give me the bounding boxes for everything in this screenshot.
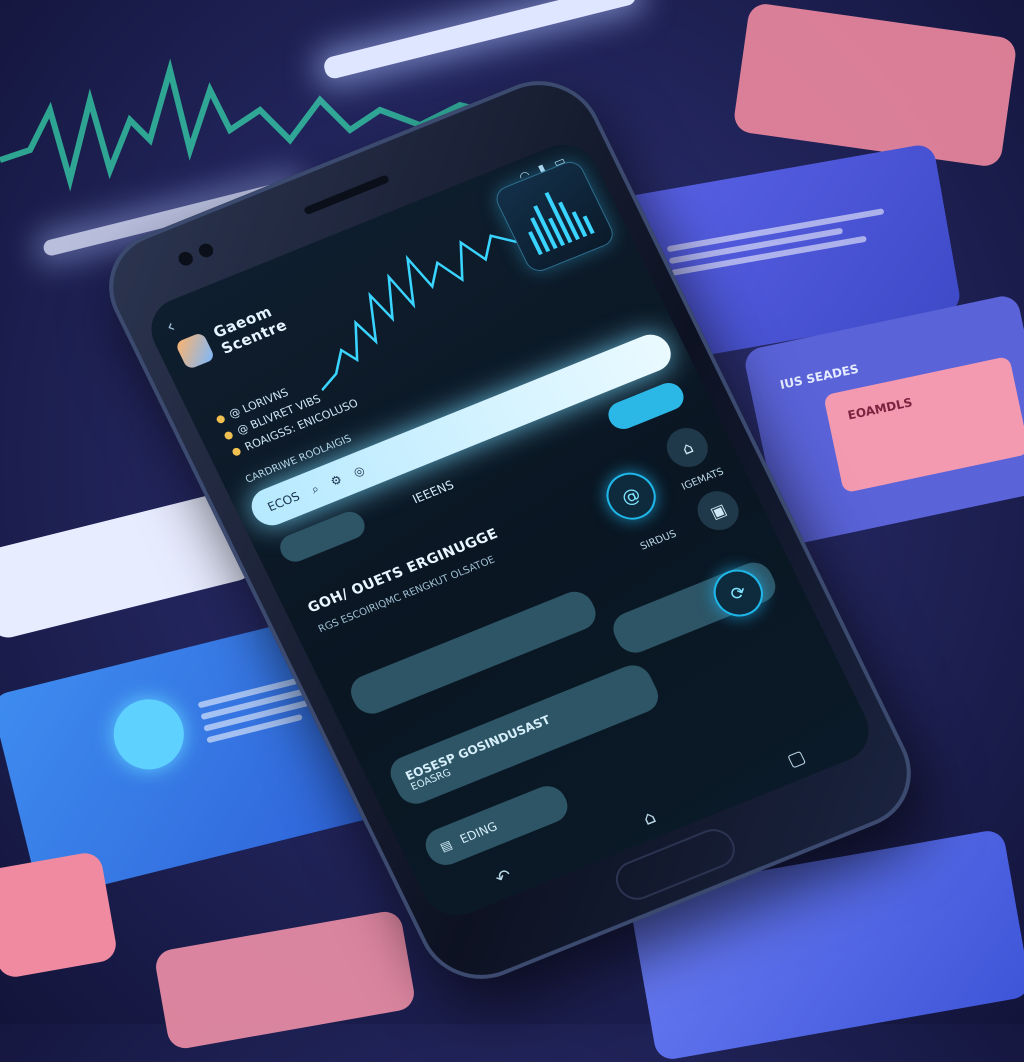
front-camera xyxy=(176,249,196,268)
side-label-1: IGEMATS xyxy=(679,466,726,493)
card1-title: EOSESP GOSINDUSAST xyxy=(402,712,553,783)
filter-icon[interactable]: ⚙ xyxy=(328,472,344,489)
background-pink-card-title: EOAMDLS xyxy=(846,395,914,423)
nav-back-icon[interactable]: ↶ xyxy=(492,865,515,890)
at-symbol-icon[interactable]: @ xyxy=(598,465,664,527)
nav-recent-icon[interactable]: ▢ xyxy=(784,746,809,771)
bookmark-icon[interactable]: ⌂ xyxy=(660,422,715,474)
status-dot-icon xyxy=(231,446,243,457)
document-icon: ▤ xyxy=(437,837,455,855)
background-card-bottom-mid xyxy=(153,909,417,1051)
mic-icon[interactable]: ◎ xyxy=(351,463,367,480)
background-card-left-title: CE_EDDEIS xyxy=(3,649,77,681)
search-icon[interactable]: ⌕ xyxy=(309,481,322,497)
background-card-bottom-pink xyxy=(0,850,119,980)
background-card-pink-top xyxy=(732,1,1018,169)
search-label: ECOS xyxy=(265,489,303,515)
nav-home-icon[interactable]: ⌂ xyxy=(640,807,660,830)
earpiece-speaker xyxy=(303,174,391,216)
back-arrow-icon[interactable]: ‹ xyxy=(163,316,179,338)
middle-pill-label[interactable]: IEEENS xyxy=(394,466,472,518)
status-dot-icon xyxy=(223,430,235,441)
app-header: Gaeom Scentre xyxy=(173,300,290,373)
card2-label: EDING xyxy=(457,819,500,847)
background-card-right-title: IUS SEADES xyxy=(778,361,860,393)
app-avatar[interactable] xyxy=(174,331,216,371)
status-dot-icon xyxy=(215,414,227,425)
image-icon[interactable]: ▣ xyxy=(690,485,746,537)
side-label-2: SIRDUS xyxy=(638,528,679,553)
